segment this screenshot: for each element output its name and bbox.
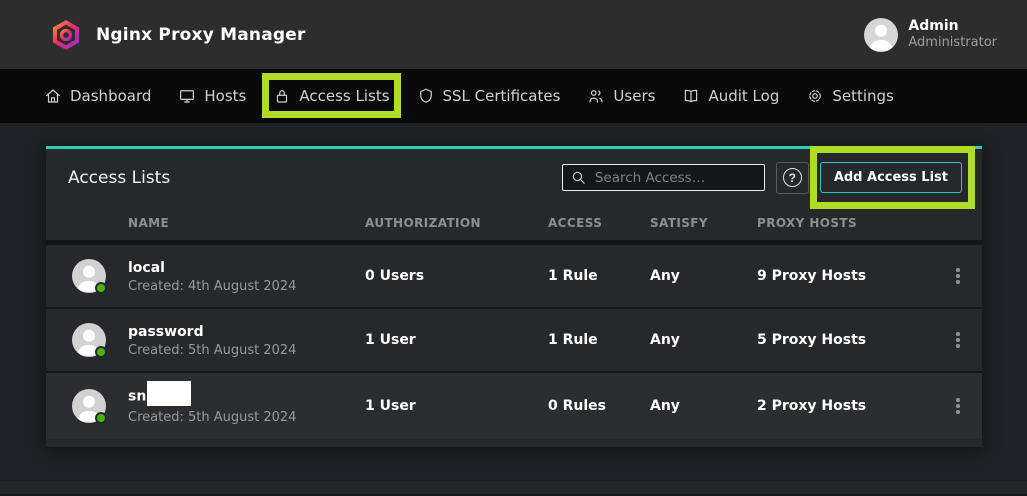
avatar — [72, 259, 106, 293]
nav-item-dashboard[interactable]: Dashboard — [44, 87, 151, 105]
monitor-icon — [178, 87, 196, 105]
authorization-value: 1 User — [365, 398, 548, 414]
content-area: Access Lists ? Add Access List — [0, 123, 1027, 496]
proxy-hosts-value: 9 Proxy Hosts — [757, 268, 934, 284]
column-header-satisfy: SATISFY — [650, 216, 757, 230]
user-role: Administrator — [908, 35, 997, 51]
proxy-hosts-value: 2 Proxy Hosts — [757, 398, 934, 414]
avatar — [72, 323, 106, 357]
nav-label: Access Lists — [299, 87, 389, 105]
table-header: NAME AUTHORIZATION ACCESS SATISFY PROXY … — [46, 206, 982, 243]
app-logo-icon — [50, 19, 82, 51]
user-avatar — [864, 18, 898, 52]
table-row-local: local Created: 4th August 2024 0 Users 1… — [46, 243, 982, 307]
nav-item-access-lists[interactable]: Access Lists — [273, 87, 389, 105]
user-name: Admin — [908, 18, 997, 36]
nav-item-settings[interactable]: Settings — [806, 87, 894, 105]
access-value: 0 Rules — [548, 398, 650, 414]
column-header-proxy-hosts: PROXY HOSTS — [757, 216, 934, 230]
users-icon — [587, 87, 605, 105]
avatar — [72, 389, 106, 423]
column-header-name: NAME — [128, 216, 365, 230]
access-lists-card: Access Lists ? Add Access List — [46, 146, 982, 447]
nav-label: Settings — [832, 87, 894, 105]
status-dot — [95, 282, 107, 294]
column-header-access: ACCESS — [548, 216, 650, 230]
add-access-list-button[interactable]: Add Access List — [820, 162, 962, 193]
access-value: 1 Rule — [548, 332, 650, 348]
home-icon — [44, 87, 62, 105]
table-row-sn: sn Created: 5th August 2024 1 User 0 Rul… — [46, 371, 982, 439]
main-nav: Dashboard Hosts Access Lists SSL Certifi… — [0, 69, 1027, 123]
card-header: Access Lists ? Add Access List — [46, 149, 982, 206]
nav-item-users[interactable]: Users — [587, 87, 655, 105]
proxy-hosts-value: 5 Proxy Hosts — [757, 332, 934, 348]
created-date: Created: 5th August 2024 — [128, 342, 365, 361]
help-icon: ? — [783, 168, 802, 187]
row-menu-button[interactable] — [950, 392, 966, 420]
search-icon — [570, 169, 587, 186]
table-row-password: password Created: 5th August 2024 1 User… — [46, 307, 982, 371]
access-value: 1 Rule — [548, 268, 650, 284]
app-title: Nginx Proxy Manager — [96, 25, 306, 45]
lock-icon — [273, 87, 291, 105]
nav-label: Hosts — [204, 87, 246, 105]
nav-label: Users — [613, 87, 655, 105]
authorization-value: 1 User — [365, 332, 548, 348]
satisfy-value: Any — [650, 332, 757, 348]
column-header-authorization: AUTHORIZATION — [365, 216, 548, 230]
access-list-name: password — [128, 322, 204, 342]
access-list-name: local — [128, 258, 165, 278]
redaction-box — [147, 381, 191, 406]
gear-icon — [806, 87, 824, 105]
nav-item-ssl-certificates[interactable]: SSL Certificates — [417, 87, 561, 105]
satisfy-value: Any — [650, 398, 757, 414]
shield-icon — [417, 87, 435, 105]
access-list-name: sn — [128, 384, 191, 409]
page-footer-strip — [0, 481, 1027, 494]
nav-label: Dashboard — [70, 87, 151, 105]
created-date: Created: 5th August 2024 — [128, 409, 365, 428]
created-date: Created: 4th August 2024 — [128, 278, 365, 297]
row-menu-button[interactable] — [950, 326, 966, 354]
search-box — [562, 164, 765, 191]
search-input[interactable] — [562, 164, 765, 191]
authorization-value: 0 Users — [365, 268, 548, 284]
user-menu[interactable]: Admin Administrator — [864, 18, 997, 52]
nav-item-hosts[interactable]: Hosts — [178, 87, 246, 105]
status-dot — [95, 412, 107, 424]
status-dot — [95, 346, 107, 358]
satisfy-value: Any — [650, 268, 757, 284]
row-menu-button[interactable] — [950, 262, 966, 290]
help-button[interactable]: ? — [776, 162, 809, 194]
app-header: Nginx Proxy Manager Admin Administrator — [0, 0, 1027, 69]
nav-item-audit-log[interactable]: Audit Log — [682, 87, 779, 105]
nav-label: SSL Certificates — [443, 87, 561, 105]
page-title: Access Lists — [68, 168, 170, 188]
nav-label: Audit Log — [708, 87, 779, 105]
book-icon — [682, 87, 700, 105]
